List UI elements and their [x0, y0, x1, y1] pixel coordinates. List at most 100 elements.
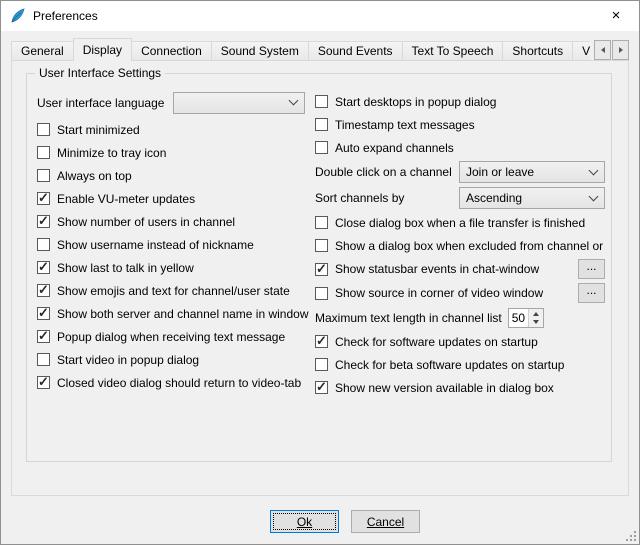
resize-grip[interactable] — [624, 529, 637, 542]
checkbox-check-updates[interactable]: Check for software updates on startup — [315, 330, 605, 353]
checkbox-start-desktops-popup[interactable]: Start desktops in popup dialog — [315, 90, 605, 113]
checkbox-timestamp-messages[interactable]: Timestamp text messages — [315, 113, 605, 136]
checkbox-icon — [315, 118, 328, 131]
tab-scroll-left-button[interactable] — [594, 40, 611, 60]
checkbox-icon — [37, 330, 50, 343]
checkbox-check-beta-updates[interactable]: Check for beta software updates on start… — [315, 353, 605, 376]
checkbox-icon — [315, 216, 328, 229]
checkbox-last-to-talk-yellow[interactable]: Show last to talk in yellow — [37, 256, 309, 279]
checkbox-start-video-popup[interactable]: Start video in popup dialog — [37, 348, 309, 371]
checkbox-label: Show emojis and text for channel/user st… — [57, 284, 290, 298]
checkbox-close-file-transfer-dialog[interactable]: Close dialog box when a file transfer is… — [315, 211, 605, 234]
checkbox-always-on-top[interactable]: Always on top — [37, 164, 309, 187]
chevron-down-icon — [589, 165, 599, 175]
left-column: User interface language Start minimized … — [37, 90, 309, 399]
checkbox-label: Show new version available in dialog box — [335, 381, 554, 395]
tab-display[interactable]: Display — [73, 38, 132, 61]
checkbox-icon — [315, 141, 328, 154]
sort-channels-label: Sort channels by — [315, 191, 404, 205]
checkbox-icon — [315, 381, 328, 394]
chevron-down-icon — [589, 191, 599, 201]
checkbox-icon — [37, 215, 50, 228]
checkbox-show-user-count[interactable]: Show number of users in channel — [37, 210, 309, 233]
checkbox-label: Auto expand channels — [335, 141, 454, 155]
checkbox-icon — [315, 287, 328, 300]
cancel-button[interactable]: Cancel — [351, 510, 420, 533]
preferences-dialog: Preferences × General Display Connection… — [0, 0, 640, 545]
combo-value: Join or leave — [466, 165, 584, 179]
checkbox-icon — [37, 353, 50, 366]
checkbox-label: Show source in corner of video window — [335, 286, 543, 300]
checkbox-show-username[interactable]: Show username instead of nickname — [37, 233, 309, 256]
checkbox-video-return-tab[interactable]: Closed video dialog should return to vid… — [37, 371, 309, 394]
checkbox-label: Start video in popup dialog — [57, 353, 199, 367]
checkbox-icon — [37, 123, 50, 136]
video-source-row: Show source in corner of video window ..… — [315, 281, 605, 305]
video-source-config-button[interactable]: ... — [578, 283, 605, 303]
checkbox-start-minimized[interactable]: Start minimized — [37, 118, 309, 141]
spinner-value: 50 — [509, 309, 528, 327]
checkbox-icon — [37, 238, 50, 251]
checkbox-new-version-dialog[interactable]: Show new version available in dialog box — [315, 376, 605, 399]
close-icon: × — [612, 7, 621, 24]
group-title: User Interface Settings — [35, 66, 165, 80]
tab-sound-events[interactable]: Sound Events — [308, 41, 403, 61]
sort-channels-select[interactable]: Ascending — [459, 187, 605, 209]
checkbox-label: Start minimized — [57, 123, 140, 137]
checkbox-icon — [315, 358, 328, 371]
max-text-length-row: Maximum text length in channel list 50 — [315, 305, 605, 330]
statusbar-events-row: Show statusbar events in chat-window ... — [315, 257, 605, 281]
checkbox-icon — [37, 261, 50, 274]
checkbox-show-emojis[interactable]: Show emojis and text for channel/user st… — [37, 279, 309, 302]
checkbox-label: Check for software updates on startup — [335, 335, 538, 349]
checkbox-statusbar-events[interactable]: Show statusbar events in chat-window — [315, 262, 539, 276]
checkbox-label: Show username instead of nickname — [57, 238, 254, 252]
checkbox-icon — [37, 307, 50, 320]
double-click-row: Double click on a channel Join or leave — [315, 159, 605, 185]
checkbox-label: Check for beta software updates on start… — [335, 358, 564, 372]
checkbox-icon — [37, 284, 50, 297]
checkbox-minimize-to-tray[interactable]: Minimize to tray icon — [37, 141, 309, 164]
title-bar[interactable]: Preferences × — [1, 1, 639, 31]
language-select[interactable] — [173, 92, 305, 114]
checkbox-icon — [37, 192, 50, 205]
checkbox-icon — [315, 263, 328, 276]
spin-down-icon[interactable] — [529, 318, 543, 327]
checkbox-label: Minimize to tray icon — [57, 146, 166, 160]
checkbox-label: Timestamp text messages — [335, 118, 475, 132]
chevron-down-icon — [289, 96, 299, 106]
checkbox-icon — [37, 146, 50, 159]
arrow-left-icon — [601, 47, 605, 53]
max-text-length-label: Maximum text length in channel list — [315, 311, 502, 325]
app-icon — [10, 8, 26, 24]
ok-button[interactable]: Ok — [270, 510, 339, 533]
tab-shortcuts[interactable]: Shortcuts — [502, 41, 573, 61]
checkbox-label: Closed video dialog should return to vid… — [57, 376, 301, 390]
checkbox-popup-text-message[interactable]: Popup dialog when receiving text message — [37, 325, 309, 348]
checkbox-window-title-server-channel[interactable]: Show both server and channel name in win… — [37, 302, 309, 325]
checkbox-label: Popup dialog when receiving text message — [57, 330, 285, 344]
tab-sound-system[interactable]: Sound System — [211, 41, 309, 61]
checkbox-vu-meter-updates[interactable]: Enable VU-meter updates — [37, 187, 309, 210]
tab-scroll-right-button[interactable] — [612, 40, 629, 60]
tab-general[interactable]: General — [11, 41, 74, 61]
double-click-label: Double click on a channel — [315, 165, 452, 179]
statusbar-events-config-button[interactable]: ... — [578, 259, 605, 279]
double-click-select[interactable]: Join or leave — [459, 161, 605, 183]
checkbox-icon — [315, 95, 328, 108]
checkbox-label: Show last to talk in yellow — [57, 261, 194, 275]
sort-channels-row: Sort channels by Ascending — [315, 185, 605, 211]
checkbox-label: Start desktops in popup dialog — [335, 95, 496, 109]
checkbox-excluded-dialog[interactable]: Show a dialog box when excluded from cha… — [315, 234, 605, 257]
max-text-length-spinner[interactable]: 50 — [508, 308, 544, 328]
close-button[interactable]: × — [593, 1, 639, 30]
checkbox-label: Always on top — [57, 169, 132, 183]
checkbox-video-source-corner[interactable]: Show source in corner of video window — [315, 286, 543, 300]
tab-connection[interactable]: Connection — [131, 41, 212, 61]
checkbox-label: Show a dialog box when excluded from cha… — [335, 239, 605, 253]
checkbox-label: Show both server and channel name in win… — [57, 307, 309, 321]
checkbox-auto-expand-channels[interactable]: Auto expand channels — [315, 136, 605, 159]
checkbox-label: Show statusbar events in chat-window — [335, 262, 539, 276]
tab-text-to-speech[interactable]: Text To Speech — [402, 41, 504, 61]
spin-up-icon[interactable] — [529, 309, 543, 318]
